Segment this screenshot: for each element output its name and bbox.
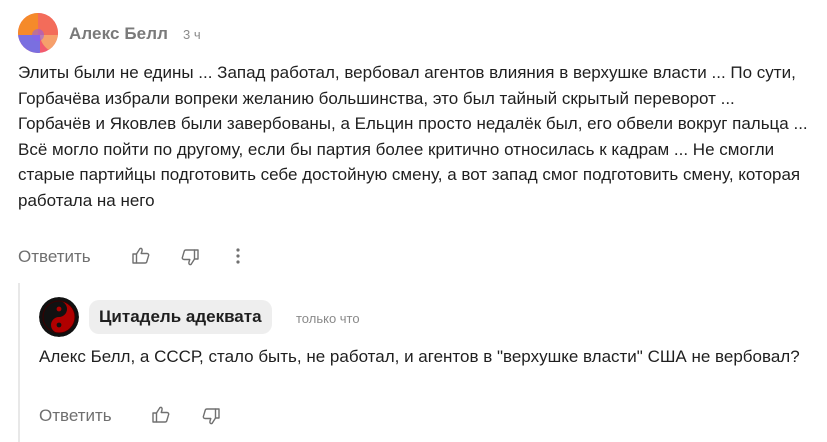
author-name[interactable]: Цитадель адеквата: [89, 300, 272, 334]
author-name[interactable]: Алекс Белл: [69, 24, 168, 44]
thumbs-down-icon[interactable]: [201, 406, 221, 431]
reply-button[interactable]: Ответить: [18, 247, 91, 267]
reply-text: Алекс Белл, а СССР, стало быть, не работ…: [39, 347, 800, 366]
timestamp: 3 ч: [183, 27, 201, 42]
comment-text: Элиты были не едины ... Запад работал, в…: [18, 63, 808, 210]
thread-line: [18, 283, 20, 442]
avatar[interactable]: [39, 297, 79, 337]
thumbs-down-icon[interactable]: [180, 247, 200, 272]
thumbs-up-icon[interactable]: [151, 405, 171, 430]
thumbs-up-icon[interactable]: [131, 246, 151, 271]
avatar[interactable]: [18, 13, 58, 53]
reply-button[interactable]: Ответить: [39, 406, 112, 426]
more-vertical-icon[interactable]: [234, 247, 242, 270]
timestamp: только что: [296, 311, 360, 326]
